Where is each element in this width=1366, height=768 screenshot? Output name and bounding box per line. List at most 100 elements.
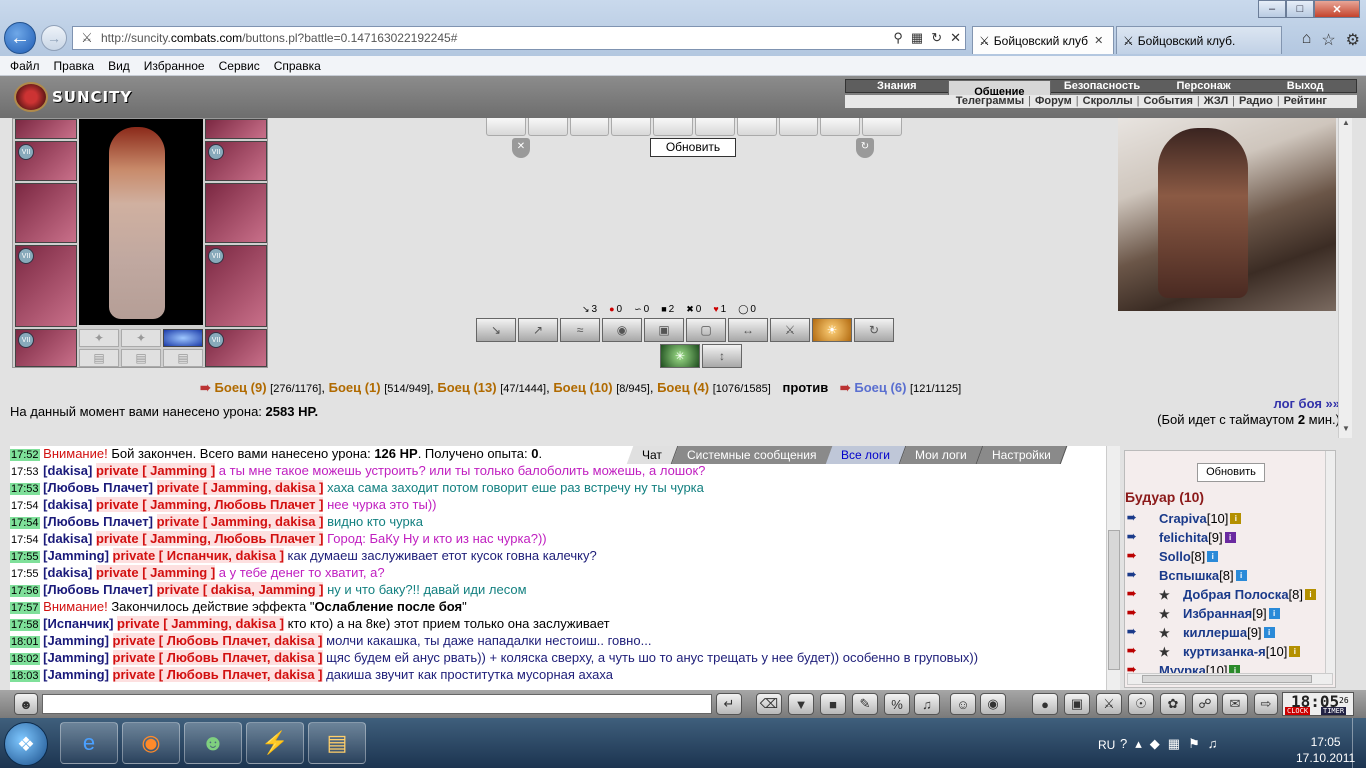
subnav-scrolls[interactable]: Скроллы (1083, 95, 1133, 108)
chat-time[interactable]: 18:02 (10, 653, 40, 665)
legs-slot[interactable]: VII (205, 245, 267, 327)
player-item[interactable]: ➠ ★ Избранная [9] i (1127, 604, 1331, 623)
scroll-slot[interactable] (611, 118, 652, 136)
combo-shield-icon[interactable]: ▣ (644, 318, 684, 342)
chat-nick[interactable]: Jamming (48, 633, 105, 648)
browser-tab[interactable]: ⚔ Бойцовский клуб. (1116, 26, 1282, 54)
bottle-icon[interactable]: ● (1032, 693, 1058, 715)
chat-time[interactable]: 17:56 (10, 585, 40, 597)
battle-refresh-button[interactable]: Обновить (650, 138, 736, 157)
subnav-events[interactable]: События (1143, 95, 1192, 108)
belt-slot[interactable]: VII (15, 329, 77, 367)
empty-slot[interactable]: ▤ (79, 349, 119, 367)
home-icon[interactable]: ⌂ (1302, 30, 1312, 50)
menu-edit[interactable]: Правка (54, 59, 95, 73)
private-arrow-icon[interactable]: ➠ (1127, 625, 1149, 641)
private-arrow-icon[interactable]: ➠ (1127, 606, 1149, 622)
chat-private[interactable]: private [ Jamming ] (95, 565, 216, 580)
player-item[interactable]: ➠ ★ куртизанка-я [10] i (1127, 642, 1331, 661)
nav-exit[interactable]: Выход (1254, 80, 1356, 92)
clan-icon[interactable]: ★ (1159, 607, 1181, 621)
battle-scrollbar[interactable]: ▲ ▼ (1338, 118, 1352, 438)
chat-private[interactable]: private [ Любовь Плачет, dakisa ] (112, 667, 323, 682)
combo-pierce-icon[interactable]: ↗ (518, 318, 558, 342)
chat-nick[interactable]: Jamming (48, 548, 105, 563)
scroll-slot[interactable] (694, 118, 735, 136)
forward-button[interactable]: → (41, 25, 67, 51)
fighter-link[interactable]: Боец (1) (329, 380, 381, 395)
messenger-taskbar-icon[interactable]: ☻ (184, 722, 242, 764)
chat-nick[interactable]: Jamming (48, 650, 105, 665)
scroll-slot[interactable] (569, 118, 610, 136)
private-arrow-icon[interactable]: ➠ (1127, 549, 1149, 565)
reload-icon[interactable]: ↻ (931, 30, 942, 46)
tab-settings[interactable]: Настройки (976, 446, 1068, 464)
ie-taskbar-icon[interactable]: e (60, 722, 118, 764)
tab-my-logs[interactable]: Мои логи (900, 446, 984, 464)
browser-tab-active[interactable]: ⚔ Бойцовский клуб ✕ (972, 26, 1114, 54)
menu-help[interactable]: Справка (274, 59, 321, 73)
favorites-star-icon[interactable]: ☆ (1321, 30, 1335, 50)
clan-icon[interactable]: ★ (1159, 626, 1181, 640)
shield-tray-icon[interactable]: ◆ (1150, 736, 1160, 752)
tab-system-messages[interactable]: Системные сообщения (671, 446, 833, 464)
player-info-icon[interactable]: i (1305, 589, 1317, 600)
player-name[interactable]: Sollo (1159, 549, 1191, 564)
maximize-button[interactable]: □ (1286, 0, 1314, 18)
battle-log-link[interactable]: лог боя »» (1273, 396, 1340, 411)
chat-scrollbar[interactable] (1106, 446, 1120, 690)
combo-fist-icon[interactable]: ◉ (602, 318, 642, 342)
empty-slot[interactable]: ✦ (79, 329, 119, 347)
bracers-slot[interactable]: VII (15, 141, 77, 181)
enemy-fighter-link[interactable]: Боец (6) (854, 380, 906, 395)
defense-shield-icon[interactable]: ↻ (856, 138, 874, 158)
player-info-icon[interactable]: i (1268, 608, 1280, 619)
player-name[interactable]: куртизанка-я (1183, 644, 1266, 659)
earrings-slot[interactable] (205, 119, 267, 139)
chat-nick[interactable]: dakisa (48, 531, 88, 546)
chat-nick[interactable]: Любовь Плачет (48, 514, 149, 529)
subnav-forum[interactable]: Форум (1035, 95, 1072, 108)
combo-parry-icon[interactable]: ↔ (728, 318, 768, 342)
player-name[interactable]: Добрая Полоска (1183, 587, 1289, 602)
eraser-icon[interactable]: ⌫ (756, 693, 782, 715)
attack-shield-icon[interactable]: ✕ (512, 138, 530, 158)
private-arrow-icon[interactable]: ➠ (1127, 511, 1149, 527)
empty-slot[interactable]: ▤ (121, 349, 161, 367)
player-info-icon[interactable]: i (1224, 532, 1236, 543)
chat-time[interactable]: 17:55 (10, 551, 40, 563)
player-name[interactable]: Вспышка (1159, 568, 1219, 583)
clan-icon[interactable]: ★ (1159, 645, 1181, 659)
online-hscrollbar[interactable] (1127, 673, 1333, 685)
chat-private[interactable]: private [ Испанчик, dakisa ] (112, 548, 284, 563)
boots-slot[interactable]: VII (205, 329, 267, 367)
online-scrollbar[interactable] (1325, 451, 1335, 675)
chat-nick[interactable]: dakisa (48, 565, 88, 580)
minimize-button[interactable]: – (1258, 0, 1286, 18)
tab-all-logs[interactable]: Все логи (826, 446, 907, 464)
player-info-icon[interactable]: i (1235, 570, 1247, 581)
show-desktop-button[interactable] (1352, 718, 1366, 768)
chat-private[interactable]: private [ Любовь Плачет, dakisa ] (112, 650, 323, 665)
shield-slot[interactable] (205, 183, 267, 243)
combo-claw-icon[interactable]: ≈ (560, 318, 600, 342)
empty-slot[interactable]: ▤ (163, 349, 203, 367)
combo-heal-icon[interactable]: ✳ (660, 344, 700, 368)
scroll-slot[interactable] (778, 118, 819, 136)
chat-nick[interactable]: Испанчик (48, 616, 110, 631)
chat-nick[interactable]: dakisa (48, 497, 88, 512)
weapon-slot[interactable] (15, 183, 77, 243)
scroll-slot[interactable] (486, 118, 526, 136)
inventory-icon[interactable]: ▣ (1064, 693, 1090, 715)
mail-icon[interactable]: ✉ (1222, 693, 1248, 715)
player-info-icon[interactable]: i (1263, 627, 1275, 638)
player-name[interactable]: киллерша (1183, 625, 1247, 640)
chat-time[interactable]: 18:03 (10, 670, 40, 682)
menu-file[interactable]: Файл (10, 59, 40, 73)
compat-view-icon[interactable]: ▦ (911, 30, 923, 46)
volume-icon[interactable]: ♫ (1208, 736, 1218, 752)
gloves-slot[interactable]: VII (205, 141, 267, 181)
ring-slot[interactable] (163, 329, 203, 347)
clan-icon[interactable]: ★ (1159, 588, 1181, 602)
menu-favorites[interactable]: Избранное (144, 59, 205, 73)
